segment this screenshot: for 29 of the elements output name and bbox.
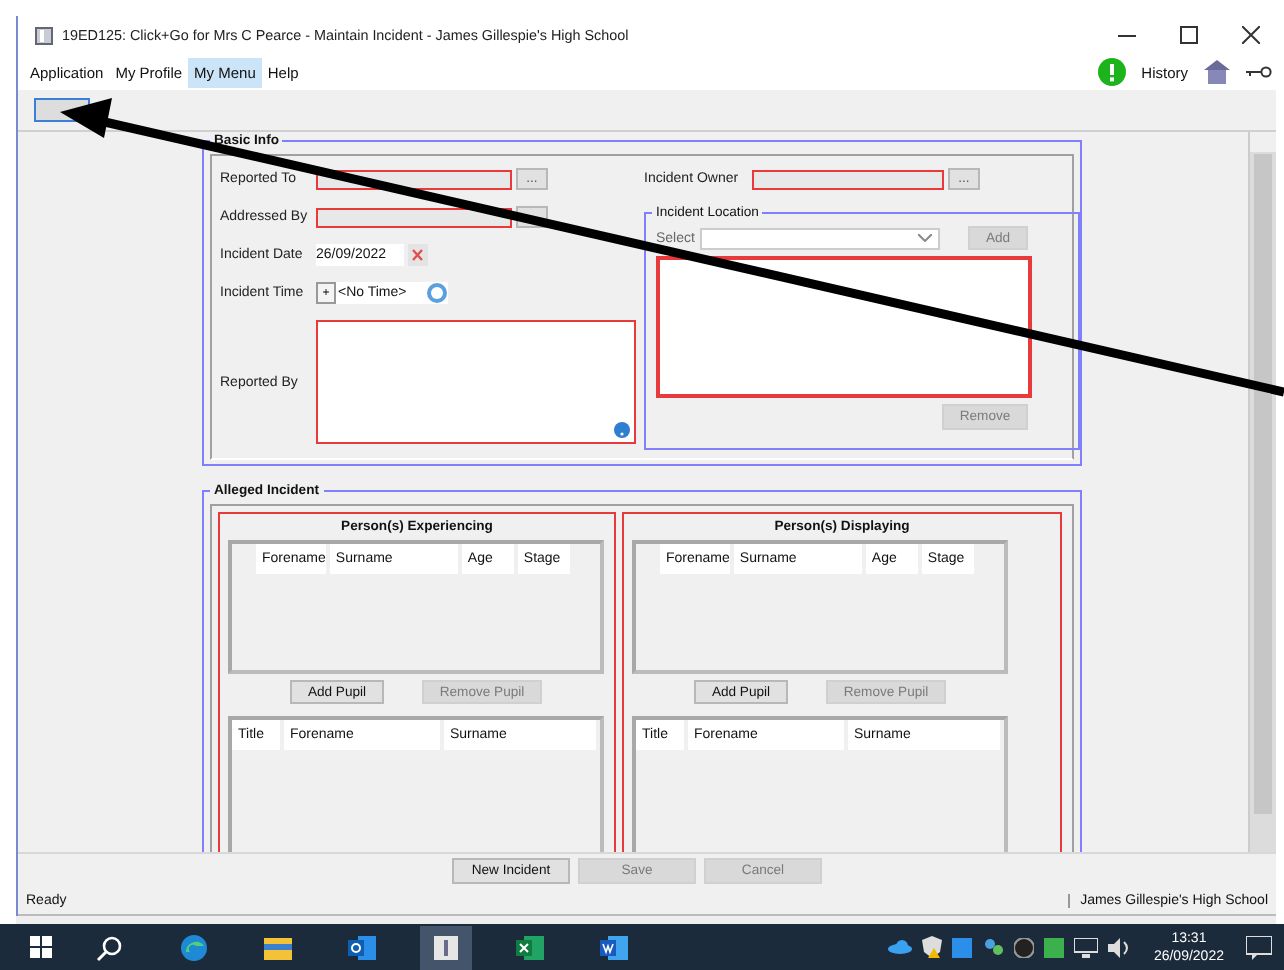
key-icon[interactable] <box>1246 64 1272 81</box>
document-icon <box>432 933 460 961</box>
people-icon[interactable] <box>981 937 1004 957</box>
cloud-icon[interactable] <box>887 940 912 954</box>
help-icon[interactable] <box>614 422 630 439</box>
search-icon <box>96 933 124 961</box>
shield-icon[interactable] <box>921 936 942 958</box>
input-field[interactable] <box>752 169 944 190</box>
folder-icon <box>264 933 292 961</box>
home-icon[interactable] <box>1204 60 1230 85</box>
maximize-icon[interactable] <box>1180 26 1198 45</box>
chevron-down-icon <box>918 234 932 243</box>
taskbar-button[interactable] <box>420 925 472 969</box>
close-icon[interactable] <box>1242 26 1260 45</box>
clock-icon[interactable] <box>426 282 448 305</box>
input-field[interactable] <box>316 207 512 228</box>
word-processor-icon <box>600 933 628 961</box>
alert-icon[interactable] <box>1097 58 1126 87</box>
browser-icon <box>180 933 208 961</box>
app-icon <box>34 25 54 46</box>
text-area[interactable] <box>316 320 636 445</box>
spreadsheet-icon <box>516 933 544 961</box>
scrollbar[interactable] <box>1248 132 1276 853</box>
notification-icon[interactable] <box>1246 935 1272 959</box>
calendar-icon[interactable] <box>408 244 428 267</box>
start-icon[interactable] <box>30 936 52 958</box>
list-box[interactable] <box>656 256 1032 399</box>
network-icon[interactable] <box>1073 937 1098 957</box>
volume-icon[interactable] <box>1107 937 1132 957</box>
